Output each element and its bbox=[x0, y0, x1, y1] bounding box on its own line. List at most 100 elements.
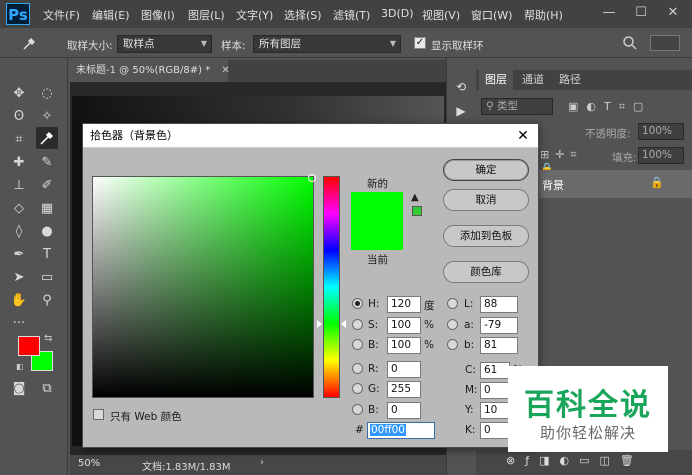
hue-slider-left-handle[interactable] bbox=[317, 320, 322, 328]
layer-action-icons[interactable]: ⊗ƒ◨◐▭◫🗑 bbox=[506, 454, 644, 467]
path-select-tool-icon[interactable]: ➤ bbox=[8, 267, 30, 289]
radio-rgb-b[interactable] bbox=[352, 404, 363, 415]
cancel-button[interactable]: 取消 bbox=[443, 189, 529, 211]
hue-slider-right-handle[interactable] bbox=[341, 320, 346, 328]
h-field[interactable]: 120 bbox=[387, 296, 421, 313]
warning-icon[interactable]: ▲ bbox=[411, 192, 423, 203]
close-window-button[interactable]: ✕ bbox=[662, 2, 684, 24]
r-field[interactable]: 0 bbox=[387, 361, 421, 378]
radio-g[interactable] bbox=[352, 383, 363, 394]
filter-icons[interactable]: ▣◐T⌗▢ bbox=[568, 100, 682, 114]
history-brush-tool-icon[interactable]: ✐ bbox=[36, 175, 58, 197]
screen-mode-icon[interactable]: ⧉ bbox=[36, 378, 58, 400]
show-ring-checkbox[interactable]: ✓ bbox=[414, 37, 426, 49]
menu-layer[interactable]: 图层(L) bbox=[188, 7, 225, 23]
menu-filter[interactable]: 滤镜(T) bbox=[333, 7, 370, 23]
menu-3d[interactable]: 3D(D) bbox=[381, 7, 414, 20]
menu-help[interactable]: 帮助(H) bbox=[524, 7, 563, 23]
color-libraries-button[interactable]: 颜色库 bbox=[443, 261, 529, 283]
radio-l[interactable] bbox=[447, 298, 458, 309]
document-tab[interactable]: 未标题-1 @ 50%(RGB/8#) * ✕ bbox=[70, 60, 230, 82]
fill-field[interactable]: 100% bbox=[638, 147, 684, 164]
add-to-swatches-button[interactable]: 添加到色板 bbox=[443, 225, 529, 247]
sample-size-select[interactable]: 取样点 ▼ bbox=[117, 35, 212, 53]
chevron-right-icon[interactable]: › bbox=[260, 457, 264, 468]
gradient-tool-icon[interactable]: ▦ bbox=[36, 198, 58, 220]
layer-filter-select[interactable]: ⚲ 类型 bbox=[481, 98, 553, 115]
dodge-tool-icon[interactable]: ● bbox=[36, 221, 58, 243]
minimize-button[interactable]: — bbox=[598, 2, 620, 24]
a-field[interactable]: -79 bbox=[480, 317, 518, 334]
hand-tool-icon[interactable]: ✋ bbox=[8, 290, 30, 312]
magic-wand-tool-icon[interactable]: ✧ bbox=[36, 106, 58, 128]
rgb-b-field[interactable]: 0 bbox=[387, 402, 421, 419]
menu-edit[interactable]: 编辑(E) bbox=[92, 7, 130, 23]
blur-tool-icon[interactable]: ◊ bbox=[8, 221, 30, 243]
y-field[interactable]: 10 bbox=[480, 402, 510, 419]
g-field[interactable]: 255 bbox=[387, 381, 421, 398]
ok-button[interactable]: 确定 bbox=[443, 159, 529, 181]
radio-lab-b[interactable] bbox=[447, 339, 458, 350]
workspace-switcher[interactable] bbox=[650, 35, 680, 51]
close-tab-icon[interactable]: ✕ bbox=[221, 65, 229, 76]
zoom-tool-icon[interactable]: ⚲ bbox=[36, 290, 58, 312]
tab-paths[interactable]: 路径 bbox=[553, 70, 587, 90]
saturation-brightness-field[interactable] bbox=[92, 176, 314, 398]
hex-field[interactable]: 00ff00 bbox=[367, 422, 435, 439]
s-field[interactable]: 100 bbox=[387, 317, 421, 334]
menu-type[interactable]: 文字(Y) bbox=[236, 7, 273, 23]
tab-layers[interactable]: 图层 bbox=[479, 70, 513, 90]
sample-select[interactable]: 所有图层 ▼ bbox=[253, 35, 401, 53]
eyedropper-tool-icon[interactable] bbox=[36, 127, 58, 149]
rectangle-tool-icon[interactable]: ▭ bbox=[36, 267, 58, 289]
gamut-swatch[interactable] bbox=[412, 206, 422, 216]
zoom-level[interactable]: 50% bbox=[78, 458, 100, 469]
radio-a[interactable] bbox=[447, 319, 458, 330]
c-field[interactable]: 61 bbox=[480, 362, 510, 379]
m-field[interactable]: 0 bbox=[480, 382, 510, 399]
menu-file[interactable]: 文件(F) bbox=[43, 7, 80, 23]
swap-colors-icon[interactable]: ⇆ bbox=[44, 333, 58, 345]
move-tool-icon[interactable]: ✥ bbox=[8, 83, 30, 105]
ellipse-marquee-tool-icon[interactable]: ◌ bbox=[36, 83, 58, 105]
b-field[interactable]: 100 bbox=[387, 337, 421, 354]
menu-view[interactable]: 视图(V) bbox=[422, 7, 460, 23]
lasso-tool-icon[interactable]: ʘ bbox=[8, 106, 30, 128]
color-cursor[interactable] bbox=[308, 174, 316, 182]
actions-play-icon[interactable]: ▶ bbox=[452, 104, 470, 122]
more-tools-icon[interactable]: ··· bbox=[8, 313, 30, 335]
eraser-tool-icon[interactable]: ◇ bbox=[8, 198, 30, 220]
foreground-color-swatch[interactable] bbox=[18, 336, 40, 356]
history-panel-icon[interactable]: ⟲ bbox=[452, 80, 470, 98]
menu-select[interactable]: 选择(S) bbox=[284, 7, 322, 23]
pen-tool-icon[interactable]: ✒ bbox=[8, 244, 30, 266]
maximize-button[interactable]: ☐ bbox=[630, 2, 652, 24]
menu-image[interactable]: 图像(I) bbox=[141, 7, 175, 23]
radio-h[interactable] bbox=[352, 298, 363, 309]
eyedropper-preset-icon[interactable] bbox=[20, 35, 38, 53]
search-icon[interactable] bbox=[622, 35, 638, 51]
current-color-swatch[interactable] bbox=[351, 226, 403, 250]
menu-window[interactable]: 窗口(W) bbox=[471, 7, 512, 23]
l-field[interactable]: 88 bbox=[480, 296, 518, 313]
opacity-field[interactable]: 100% bbox=[638, 123, 684, 140]
quick-mask-icon[interactable]: ◙ bbox=[8, 378, 30, 400]
lock-icon: 🔒 bbox=[650, 176, 664, 189]
tab-channels[interactable]: 通道 bbox=[516, 70, 550, 90]
lab-b-field[interactable]: 81 bbox=[480, 337, 518, 354]
healing-brush-tool-icon[interactable]: ✚ bbox=[8, 152, 30, 174]
hue-slider[interactable] bbox=[323, 176, 340, 398]
web-colors-only-checkbox[interactable] bbox=[93, 409, 104, 420]
k-field[interactable]: 0 bbox=[480, 422, 510, 439]
close-icon[interactable]: ✕ bbox=[514, 124, 532, 148]
stamp-tool-icon[interactable]: ⊥ bbox=[8, 175, 30, 197]
type-tool-icon[interactable]: T bbox=[36, 244, 58, 266]
radio-b[interactable] bbox=[352, 339, 363, 350]
default-colors-icon[interactable]: ◧ bbox=[16, 362, 26, 372]
radio-s[interactable] bbox=[352, 319, 363, 330]
lock-icons[interactable]: ⊞✛⌗🔒 bbox=[540, 148, 600, 175]
radio-r[interactable] bbox=[352, 363, 363, 374]
crop-tool-icon[interactable]: ⌗ bbox=[8, 129, 30, 151]
dialog-titlebar: 拾色器（背景色） ✕ bbox=[83, 124, 538, 148]
brush-tool-icon[interactable]: ✎ bbox=[36, 152, 58, 174]
